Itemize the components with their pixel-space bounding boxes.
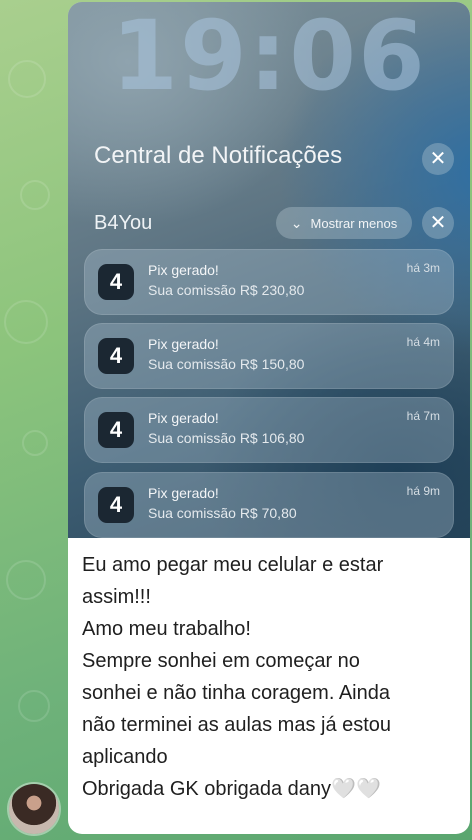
notification-card[interactable]: 4 Pix gerado! Sua comissão R$ 106,80 há … xyxy=(84,397,454,463)
message-line: Amo meu trabalho! xyxy=(82,618,251,640)
message-line: assim!!! xyxy=(82,586,151,608)
message-text: Eu amo pegar meu celular e estar assim!!… xyxy=(82,549,462,805)
notification-time: há 9m xyxy=(406,484,440,498)
message-line: sonhei e não tinha coragem. Ainda xyxy=(82,682,390,704)
chevron-down-icon: ⌄ xyxy=(290,214,303,231)
message-line: não terminei as aulas mas já estou xyxy=(82,714,392,736)
b4you-app-icon: 4 xyxy=(98,412,134,448)
message-line: Obrigada GK obrigada dany🤍🤍 xyxy=(82,778,381,800)
notification-title: Pix gerado! xyxy=(148,336,219,352)
notification-title: Pix gerado! xyxy=(148,485,219,501)
notification-body: Sua comissão R$ 150,80 xyxy=(148,356,305,372)
message-line: aplicando xyxy=(82,746,168,768)
message-line: Eu amo pegar meu celular e estar xyxy=(82,554,384,576)
notification-body: Sua comissão R$ 106,80 xyxy=(148,430,305,446)
notification-body: Sua comissão R$ 70,80 xyxy=(148,505,297,521)
b4you-app-icon: 4 xyxy=(98,264,134,300)
close-icon[interactable]: ✕ xyxy=(422,207,454,239)
message-bubble[interactable]: 19:06 Central de Notificações ✕ B4You ⌄ … xyxy=(68,2,470,834)
notification-time: há 7m xyxy=(406,409,440,423)
notification-screenshot[interactable]: 19:06 Central de Notificações ✕ B4You ⌄ … xyxy=(68,2,470,538)
notification-center-title: Central de Notificações xyxy=(94,142,343,169)
lockscreen-clock: 19:06 xyxy=(111,2,427,112)
show-less-label: Mostrar menos xyxy=(310,215,398,231)
b4you-app-icon: 4 xyxy=(98,487,134,523)
notification-time: há 3m xyxy=(406,261,440,275)
notification-title: Pix gerado! xyxy=(148,410,219,426)
b4you-app-icon: 4 xyxy=(98,338,134,374)
close-icon[interactable]: ✕ xyxy=(422,143,454,175)
notification-card[interactable]: 4 Pix gerado! Sua comissão R$ 230,80 há … xyxy=(84,249,454,315)
notification-title: Pix gerado! xyxy=(148,262,219,278)
notification-time: há 4m xyxy=(406,335,440,349)
notification-body: Sua comissão R$ 230,80 xyxy=(148,282,305,298)
show-less-button[interactable]: ⌄ Mostrar menos xyxy=(276,207,412,239)
message-line: Sempre sonhei em começar no xyxy=(82,650,360,672)
notification-card[interactable]: 4 Pix gerado! Sua comissão R$ 150,80 há … xyxy=(84,323,454,389)
notification-group-name: B4You xyxy=(94,212,153,234)
avatar[interactable] xyxy=(9,784,59,834)
notification-card[interactable]: 4 Pix gerado! Sua comissão R$ 70,80 há 9… xyxy=(84,472,454,538)
